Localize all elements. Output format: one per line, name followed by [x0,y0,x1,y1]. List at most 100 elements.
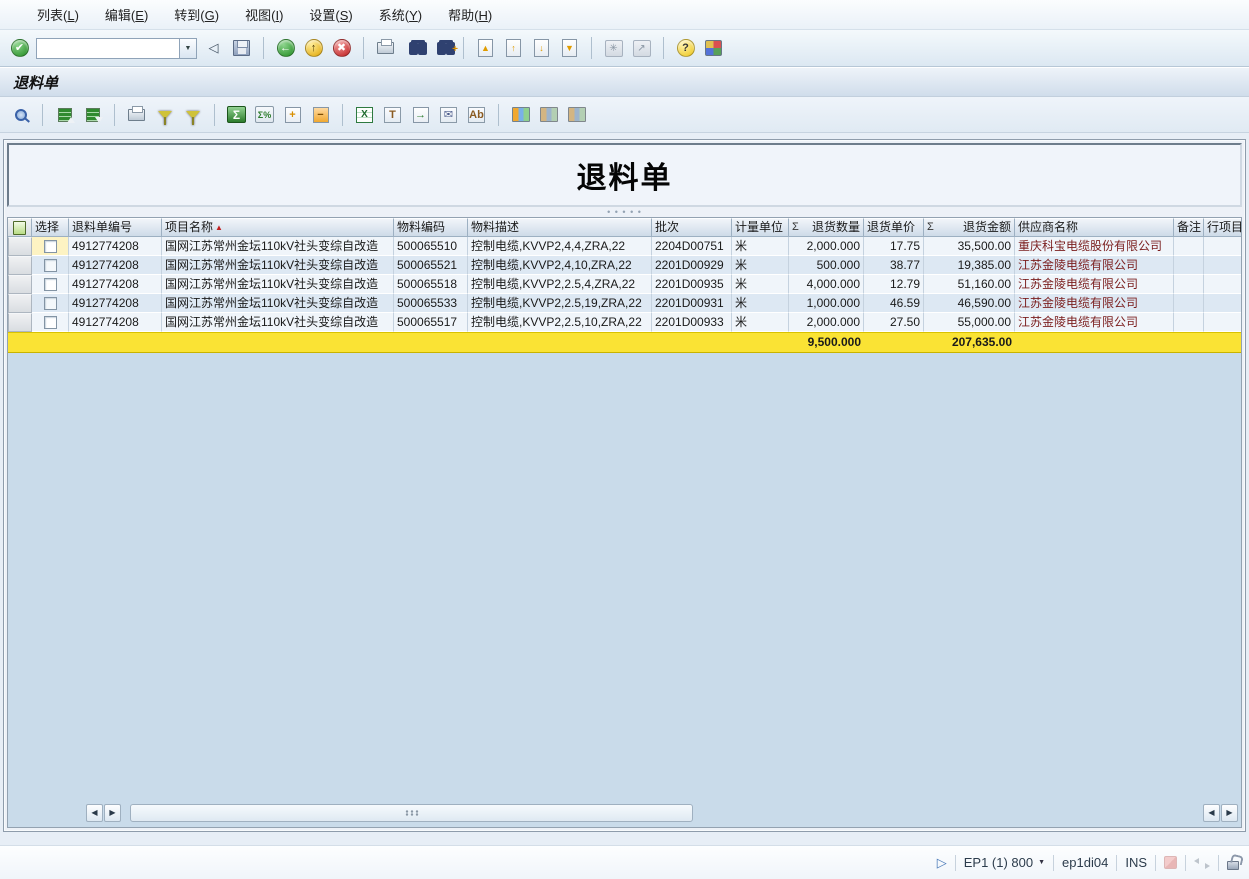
col-header-note[interactable]: 备注 [1174,218,1204,237]
printer-icon [128,109,145,121]
menu-item-e[interactable]: 编辑(E) [92,2,161,27]
details-button[interactable] [9,103,32,127]
splitter-handle[interactable]: • • • • • [4,207,1245,217]
col-header-label: 退料单编号 [72,219,132,236]
save-button[interactable] [230,36,253,60]
menu-item-i[interactable]: 视图(I) [232,2,296,27]
command-dropdown-button[interactable]: ▼ [179,38,197,59]
col-header-amount[interactable]: Σ退货金额 [924,218,1015,237]
back-button[interactable]: ← [274,36,297,60]
command-input[interactable] [36,38,179,59]
scroll-right-button[interactable]: ▶ [104,804,121,822]
row-select-button[interactable] [8,275,32,294]
collapse-button[interactable]: − [309,103,332,127]
col-header-project[interactable]: 项目名称▲ [162,218,394,237]
col-header-select[interactable]: 选择 [32,218,69,237]
sigma-icon: Σ [227,106,246,123]
performance-icon [1164,856,1177,869]
sort-ascending-button[interactable] [53,103,76,127]
row-checkbox[interactable] [44,259,57,272]
next-page-button[interactable]: ↓ [530,36,553,60]
previous-page-button[interactable]: ↑ [502,36,525,60]
cell-line_item [1204,256,1242,275]
expand-button[interactable]: + [281,103,304,127]
word-processing-button[interactable]: T [381,103,404,127]
system-session-dropdown[interactable]: EP1 (1) 800 ▼ [964,855,1045,870]
save-layout-button[interactable] [565,103,588,127]
collapse-command-button[interactable]: ◁ [202,36,225,60]
first-page-button[interactable]: ▲ [474,36,497,60]
sort-ascending-indicator: ▲ [215,219,223,236]
print-preview-button[interactable] [125,103,148,127]
row-select-button[interactable] [8,313,32,332]
exit-button[interactable]: ↑ [302,36,325,60]
col-header-line_item[interactable]: 行项目 [1204,218,1242,237]
row-checkbox[interactable] [44,278,57,291]
grid-header-row: 选择退料单编号 项目名称▲物料编码 物料描述批次计量单位Σ退货数量退货单价Σ退货金额… [8,218,1242,237]
col-header-return_no[interactable]: 退料单编号 [69,218,162,237]
col-header-material[interactable]: 物料编码 [394,218,468,237]
magnifier-icon [15,109,27,121]
enter-button[interactable]: ✔ [8,36,31,60]
row-checkbox[interactable] [44,297,57,310]
cell-qty: 2,000.000 [789,237,864,256]
menu-item-h[interactable]: 帮助(H) [435,2,505,27]
col-header-label: 退货数量 [812,219,860,236]
choose-layout-button[interactable] [509,103,532,127]
col-header-desc[interactable]: 物料描述 [468,218,652,237]
col-header-batch[interactable]: 批次 [652,218,732,237]
cancel-button[interactable]: ✖ [330,36,353,60]
cell-unit: 米 [732,256,789,275]
col-header-price[interactable]: 退货单价 [864,218,924,237]
help-button[interactable]: ? [674,36,697,60]
status-run-icon[interactable]: ▷ [937,855,947,871]
scroll-right-button-right[interactable]: ▶ [1221,804,1238,822]
scroll-left-button[interactable]: ◀ [86,804,103,822]
print-button[interactable] [374,36,397,60]
customize-layout-button[interactable] [702,36,725,60]
col-header-label: 退货金额 [963,219,1011,236]
row-select-button[interactable] [8,294,32,313]
menu-item-l[interactable]: 列表(L) [24,2,92,27]
sort-descending-button[interactable] [81,103,104,127]
unlock-icon[interactable] [1227,861,1239,870]
mail-recipient-button[interactable]: ✉ [437,103,460,127]
last-page-button[interactable]: ▼ [558,36,581,60]
find-next-button[interactable] [430,36,453,60]
col-header-supplier[interactable]: 供应商名称 [1015,218,1174,237]
row-select-button[interactable] [8,237,32,256]
set-filter-button[interactable] [153,103,176,127]
row-checkbox[interactable] [44,316,57,329]
col-header-unit[interactable]: 计量单位 [732,218,789,237]
scrollbar-grip-icon [405,810,419,816]
binoculars-icon [409,42,418,55]
application-toolbar: Σ Σ% + − X T → ✉ Ab [0,97,1249,133]
abc-analysis-button[interactable]: Ab [465,103,488,127]
excel-export-button[interactable]: X [353,103,376,127]
cell-project: 国网江苏常州金坛110kV社头变综自改造 [162,275,394,294]
change-layout-button[interactable] [537,103,560,127]
scroll-left-button-right[interactable]: ◀ [1203,804,1220,822]
row-checkbox[interactable] [44,240,57,253]
toolbar-separator [363,37,364,59]
create-shortcut-button[interactable]: ↗ [630,36,653,60]
help-icon: ? [677,39,695,57]
menu-item-s[interactable]: 设置(S) [296,2,365,27]
menu-item-g[interactable]: 转到(G) [161,2,232,27]
cell-price: 12.79 [864,275,924,294]
select-all-button[interactable] [8,218,32,237]
select-all-icon [13,221,26,235]
scrollbar-thumb[interactable] [130,804,693,822]
col-header-label: 物料编码 [397,219,445,236]
find-button[interactable] [402,36,425,60]
delete-filter-button[interactable] [181,103,204,127]
window-title-text: 退料单 [13,72,58,93]
new-session-button[interactable]: ✳ [602,36,625,60]
cell-unit: 米 [732,237,789,256]
menu-item-y[interactable]: 系统(Y) [366,2,435,27]
subtotals-button[interactable]: Σ% [253,103,276,127]
row-select-button[interactable] [8,256,32,275]
total-button[interactable]: Σ [225,103,248,127]
col-header-qty[interactable]: Σ退货数量 [789,218,864,237]
local-file-button[interactable]: → [409,103,432,127]
